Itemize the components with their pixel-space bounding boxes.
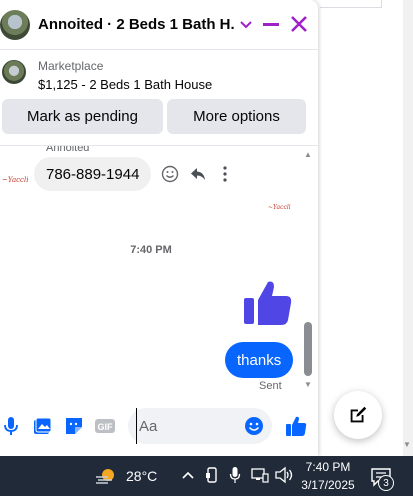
reply-icon[interactable] [189,165,207,183]
more-icon[interactable] [218,165,232,183]
marketplace-listing[interactable]: Marketplace $1,125 - 2 Beds 1 Bath House [0,52,318,98]
mark-as-pending-button[interactable]: Mark as pending [2,99,163,134]
clock-time[interactable]: 7:40 PM [300,460,356,474]
message-input-container[interactable] [128,408,272,444]
close-icon[interactable] [289,14,309,34]
listing-thumbnail[interactable] [2,60,26,84]
svg-text:GIF: GIF [98,422,114,432]
phone-link-icon[interactable] [205,466,219,484]
message-timestamp: 7:40 PM [130,244,172,256]
listing-actions: Mark as pending More options [0,99,318,135]
sender-logo: ~Yaccli [2,176,29,184]
volume-icon[interactable] [274,466,294,484]
like-icon[interactable] [284,414,308,438]
notification-badge: 3 [378,475,394,491]
compose-icon [350,406,367,423]
sender-name: Annoited [46,146,90,154]
chevron-down-icon[interactable] [238,14,254,34]
divider [320,7,382,8]
chat-window: Annoited · 2 Beds 1 Bath H... Marketplac… [0,0,318,456]
scroll-down-arrow-icon[interactable]: ▼ [304,380,312,389]
message-composer: GIF [0,400,318,452]
minimize-icon[interactable] [262,14,280,34]
weather-icon[interactable] [94,464,118,488]
emoji-icon[interactable] [244,416,264,436]
listing-title[interactable]: $1,125 - 2 Beds 1 Bath House [38,77,212,92]
listing-label: Marketplace [38,59,104,73]
gif-icon[interactable]: GIF [94,415,116,437]
scrollbar-thumb[interactable] [304,322,312,376]
divider [381,0,382,8]
chat-header[interactable]: Annoited · 2 Beds 1 Bath H... [0,0,318,50]
chevron-up-icon[interactable] [181,467,195,483]
taskbar: 28°C 7:40 PM 3/17/2025 3 [0,456,413,496]
sent-status: Sent [259,380,282,392]
page-scrollbar[interactable] [403,0,413,456]
message-bubble[interactable]: 786-889-1944 [34,157,152,191]
react-icon[interactable] [161,165,179,183]
message-input[interactable] [136,408,240,444]
thumbs-up-icon[interactable] [240,276,294,330]
network-icon[interactable] [251,467,269,483]
microphone-icon[interactable] [229,466,241,484]
more-options-button[interactable]: More options [167,99,306,134]
new-message-button[interactable] [334,391,382,439]
photo-icon[interactable] [31,415,53,437]
clock-date[interactable]: 3/17/2025 [300,478,356,492]
microphone-icon[interactable] [0,415,22,437]
temperature[interactable]: 28°C [126,468,157,484]
read-receipt-logo: ~Yaccli [268,204,291,211]
message-list: Annoited ~Yaccli 786-889-1944 ~Yaccli 7:… [0,146,302,394]
chat-title[interactable]: Annoited · 2 Beds 1 Bath H... [38,16,234,33]
avatar[interactable] [0,10,30,40]
sticker-icon[interactable] [63,415,85,437]
scroll-down-arrow-icon[interactable]: ▼ [402,440,412,450]
scroll-up-arrow-icon[interactable]: ▲ [304,150,312,159]
message-bubble-sent[interactable]: thanks [225,342,294,378]
